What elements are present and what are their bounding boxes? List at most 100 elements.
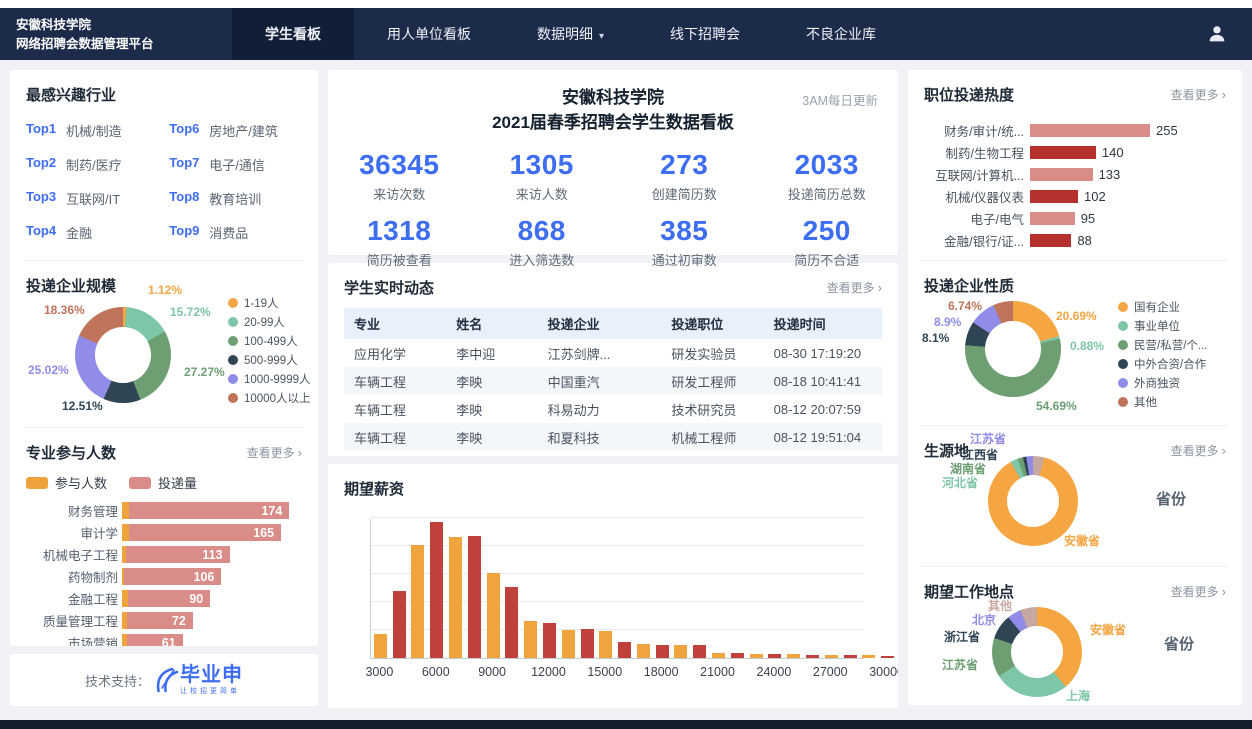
company-nature-donut-chart[interactable] (965, 301, 1061, 397)
legend-dot-icon (1118, 321, 1128, 331)
histogram-bar[interactable] (637, 644, 650, 658)
nav-item-employers[interactable]: 用人单位看板 (354, 8, 504, 60)
vendor-logo-icon (152, 666, 180, 694)
activity-card: 学生实时动态 查看更多› 专业姓名投递企业投递职位投递时间 应用化学李中迎江苏剑… (328, 263, 898, 456)
bar-row[interactable]: 制药/生物工程140 (924, 141, 1226, 163)
histogram-bar[interactable] (656, 645, 669, 658)
histogram-bar[interactable] (618, 642, 631, 658)
histogram-bar[interactable] (468, 536, 481, 658)
stat-label: 来访人数 (471, 184, 614, 203)
legend-item[interactable]: 参与人数 (26, 473, 107, 492)
more-link[interactable]: 查看更多› (1171, 442, 1226, 459)
bar-value-label: 102 (1084, 189, 1106, 204)
table-row: 应用化学李中迎江苏剑牌...研发实验员08-30 17:19:20 (344, 339, 882, 367)
nav-item-students[interactable]: 学生看板 (232, 8, 354, 60)
chevron-right-icon: › (1222, 87, 1226, 102)
heat-bar (1030, 234, 1071, 247)
bar-row[interactable]: 机械电子工程113 (26, 546, 302, 563)
histogram-bar[interactable] (430, 522, 443, 658)
table-cell: 车辆工程 (344, 451, 446, 456)
histogram-bar[interactable] (505, 587, 518, 658)
majors-bar-chart[interactable]: 财务管理174 审计学165 机械电子工程113 药物制剂106 金融工程90 质量管理工… (26, 502, 302, 646)
table-row: 车辆工程李映和夏科技机械工程师08-12 19:51:04 (344, 423, 882, 451)
bar-row[interactable]: 电子/电气95 (924, 207, 1226, 229)
bar-category-label: 审计学 (26, 523, 118, 542)
legend-item[interactable]: 其他 (1118, 392, 1207, 411)
user-icon[interactable] (1206, 8, 1228, 60)
right-column: 职位投递热度 查看更多› 财务/审计/统...255制药/生物工程140互联网/… (908, 70, 1242, 708)
histogram-bar[interactable] (599, 631, 612, 658)
legend-item[interactable]: 1000-9999人 (228, 369, 311, 388)
bar-row[interactable]: 市场营销61 (26, 634, 302, 646)
histogram-bar[interactable] (674, 645, 687, 658)
legend-label: 外商独资 (1134, 375, 1180, 391)
histogram-bar[interactable] (750, 654, 763, 658)
bar-row[interactable]: 财务管理174 (26, 502, 302, 519)
table-cell: 雷格特 (538, 451, 662, 456)
bar-row[interactable]: 金融工程90 (26, 590, 302, 607)
histogram-bar[interactable] (693, 645, 706, 658)
bar-row[interactable]: 金融/银行/证...88 (924, 229, 1226, 251)
legend-item[interactable]: 民营/私营/个... (1118, 335, 1207, 354)
more-link[interactable]: 查看更多› (1171, 86, 1226, 103)
panel-title: 期望薪资 (344, 478, 882, 499)
histogram-bar[interactable] (449, 537, 462, 658)
table-cell: 08-12 20:07:59 (764, 395, 882, 423)
legend-item[interactable]: 500-999人 (228, 350, 311, 369)
bar-row[interactable]: 机械/仪器仪表102 (924, 185, 1226, 207)
more-link[interactable]: 查看更多› (247, 444, 302, 461)
histogram-bar[interactable] (393, 591, 406, 659)
job-heat-bar-chart[interactable]: 财务/审计/统...255制药/生物工程140互联网/计算机...133机械/仪… (924, 119, 1226, 251)
bar-value-label: 133 (1099, 167, 1121, 182)
interest-item: Top10汽车 (169, 257, 302, 260)
nav-item-bad-companies[interactable]: 不良企业库 (773, 8, 909, 60)
work-place-donut-chart[interactable] (992, 607, 1082, 697)
bar-row[interactable]: 财务/审计/统...255 (924, 119, 1226, 141)
more-link[interactable]: 查看更多› (1171, 583, 1226, 600)
nav-item-data-detail[interactable]: 数据明细▾ (504, 8, 637, 60)
histogram-bar[interactable] (881, 656, 894, 658)
vendor-logo[interactable]: 毕业申 让校招更简单 (152, 665, 243, 696)
histogram-bar[interactable] (487, 573, 500, 658)
legend-item[interactable]: 投递量 (129, 473, 197, 492)
legend-item[interactable]: 事业单位 (1118, 316, 1207, 335)
legend-item[interactable]: 外商独资 (1118, 373, 1207, 392)
nav-item-offline-fair[interactable]: 线下招聘会 (637, 8, 773, 60)
bar-row[interactable]: 审计学165 (26, 524, 302, 541)
histogram-bar[interactable] (731, 653, 744, 658)
histogram-bar[interactable] (825, 655, 838, 658)
histogram-bar[interactable] (543, 623, 556, 658)
histogram-bar[interactable] (374, 634, 387, 658)
histogram-bar[interactable] (562, 630, 575, 658)
legend-item[interactable]: 10000人以上 (228, 388, 311, 407)
legend-label: 20-99人 (244, 314, 285, 330)
legend-item[interactable]: 中外合资/合作 (1118, 354, 1207, 373)
panel-company-nature: 投递企业性质 20.69%0.88%54.69%8.1%8.9%6.74% 国有… (908, 261, 1242, 425)
histogram-bar[interactable] (768, 654, 781, 658)
bar-row[interactable]: 药物制剂106 (26, 568, 302, 585)
bar-row[interactable]: 互联网/计算机...133 (924, 163, 1226, 185)
more-link[interactable]: 查看更多› (827, 279, 882, 296)
legend-item[interactable]: 1-19人 (228, 293, 311, 312)
panel-major-participation: 专业参与人数 查看更多› 参与人数投递量 财务管理174审计学165机械电子工程… (10, 428, 318, 646)
tech-support-label: 技术支持： (85, 671, 150, 690)
legend-item[interactable]: 国有企业 (1118, 297, 1207, 316)
gridline (371, 629, 864, 630)
histogram-bar[interactable] (712, 653, 725, 658)
histogram-bar[interactable] (581, 629, 594, 658)
company-size-donut-chart[interactable] (75, 307, 171, 403)
interest-label: 机械/制造 (66, 121, 122, 140)
salary-histogram[interactable] (370, 519, 864, 659)
majors-legend: 参与人数 投递量 (26, 473, 302, 492)
histogram-bar[interactable] (787, 654, 800, 658)
stacked-bar: 106 (122, 568, 221, 585)
histogram-bar[interactable] (844, 655, 857, 658)
histogram-bar[interactable] (862, 655, 875, 658)
histogram-bar[interactable] (411, 545, 424, 658)
histogram-bar[interactable] (806, 655, 819, 658)
histogram-bar[interactable] (524, 621, 537, 658)
interest-rank: Top5 (26, 257, 66, 260)
legend-item[interactable]: 100-499人 (228, 331, 311, 350)
legend-item[interactable]: 20-99人 (228, 312, 311, 331)
bar-row[interactable]: 质量管理工程72 (26, 612, 302, 629)
